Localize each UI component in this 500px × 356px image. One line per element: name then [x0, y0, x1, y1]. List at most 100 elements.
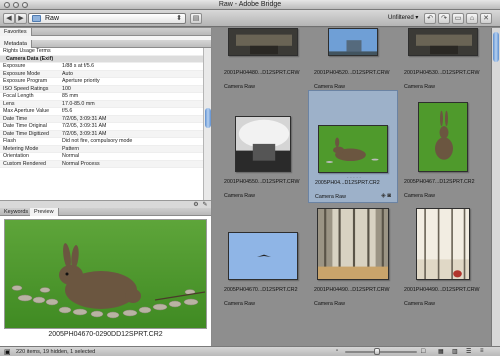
metadata-tab-row: Metadata [0, 40, 211, 48]
tab-preview[interactable]: Preview [30, 208, 59, 216]
preview-panel: 2005PH04670-0290DD12SPRT.CR2 [0, 216, 211, 346]
metadata-value: 100 [62, 85, 71, 92]
metadata-value: Pattern [62, 145, 80, 152]
metadata-row: Date Time Digitized 7/2/05, 3:09:31 AM [0, 130, 203, 138]
thumbnail-size-slider[interactable] [345, 348, 417, 355]
content-scroll-thumb[interactable] [493, 32, 499, 62]
tab-keywords[interactable]: Keywords [0, 208, 34, 216]
metadata-row: Max Aperture Value f/5.6 [0, 108, 203, 116]
thumbnail-filename[interactable]: 2001PH04490...D12SPRT.CRW [314, 287, 389, 293]
thumbnail-size-knob[interactable] [374, 348, 381, 355]
rotate-left-button[interactable]: ↶ [424, 13, 436, 24]
large-thumbnail-icon[interactable]: □ [421, 348, 425, 355]
metadata-key: Orientation [3, 153, 29, 159]
view-thumbnails-icon[interactable]: ▦ [438, 348, 444, 355]
thumbnail-filename[interactable]: 2001PH04550...D12SPRT.CRW [224, 179, 299, 185]
metadata-footer: ⚙ ✎ [0, 200, 211, 208]
metadata-row: Flash Did not fire, compulsory mode [0, 138, 203, 146]
folder-icon [32, 15, 41, 22]
view-details-icon[interactable]: ☰ [466, 348, 471, 355]
thumbnail-filename[interactable]: 2001PH04490...D12SPRT.CRW [404, 287, 479, 293]
thumbnail-image[interactable] [328, 28, 378, 56]
thumbnail-image[interactable] [418, 102, 468, 172]
thumbnail-cell[interactable]: 2005PH0467...D12SPRT.CR2 Camera Raw [398, 90, 488, 203]
window-title: Raw - Adobe Bridge [218, 1, 282, 8]
status-bar: ▣ 220 items, 19 hidden, 1 selected ▫ □ ▦… [0, 346, 500, 356]
metadata-key: Date Time Original [3, 123, 47, 129]
content-grid: 2001PH04480...D12SPRT.CRW Camera Raw 2001P… [212, 28, 491, 346]
view-versions-icon[interactable]: ≡ [480, 348, 484, 354]
metadata-row: ISO Speed Ratings 100 [0, 85, 203, 93]
thumbnail-filename[interactable]: 2005PH04...D12SPRT.CR2 [315, 180, 380, 186]
metadata-row: Exposure 1/88 s at f/5.6 [0, 63, 203, 71]
metadata-key: Date Time Digitized [3, 130, 49, 137]
thumbnail-image[interactable] [317, 208, 389, 280]
back-button[interactable]: ◀ [3, 13, 15, 24]
delete-button[interactable]: ✕ [480, 13, 492, 24]
rotate-right-button[interactable]: ↷ [438, 13, 450, 24]
thumbnail-filename[interactable]: 2005PH04670...D12SPRT.CR2 [224, 287, 298, 293]
metadata-key: Camera Data (Exif) [6, 55, 54, 62]
forward-button[interactable]: ▶ [15, 13, 27, 24]
metadata-section-header[interactable]: Camera Data (Exif) [0, 55, 203, 63]
thumbnail-image[interactable] [416, 208, 470, 280]
metadata-value: f/5.6 [62, 108, 73, 114]
metadata-key: Rights Usage Terms [3, 48, 51, 54]
preview-filename: 2005PH04670-0290DD12SPRT.CR2 [48, 331, 163, 338]
metadata-value: Normal Process [62, 160, 100, 167]
status-icon: ▣ [4, 349, 11, 356]
metadata-scrollbar[interactable] [203, 48, 211, 200]
metadata-key: Metering Mode [3, 145, 39, 152]
go-up-button[interactable]: ▤ [190, 13, 202, 24]
filter-dropdown[interactable]: Unfiltered ▾ [388, 14, 418, 21]
metadata-value: Normal [62, 153, 80, 159]
thumbnail-filename[interactable]: 2005PH0467...D12SPRT.CR2 [404, 179, 475, 185]
rabbit-photo [5, 220, 206, 328]
metadata-value [62, 48, 203, 55]
metadata-row: Metering Mode Pattern [0, 145, 203, 153]
metadata-value: 7/2/05, 3:09:31 AM [62, 130, 107, 137]
metadata-list: Rights Usage Terms Camera Data (Exif) Expo… [0, 48, 203, 168]
small-thumbnail-icon[interactable]: ▫ [336, 348, 338, 354]
metadata-key: Exposure Mode [3, 70, 41, 77]
thumbnail-filename[interactable]: 2001PH04520...D12SPRT.CRW [314, 70, 389, 76]
preview-image [4, 219, 207, 329]
preview-tab-row: Keywords Preview [0, 208, 211, 216]
thumbnail-image[interactable] [228, 28, 298, 56]
thumbnail-cell[interactable]: 2001PH04550...D12SPRT.CRW Camera Raw [218, 90, 308, 203]
metadata-row: Date Time Original 7/2/05, 3:09:31 AM [0, 123, 203, 131]
metadata-panel: Metadata Rights Usage Terms Camera Data (… [0, 40, 211, 208]
toolbar: ◀ ▶ Raw ⬍ ▤ Unfiltered ▾ ↶ ↷ ▭ ⌂ ✕ [0, 10, 500, 27]
open-recent-button[interactable]: ⌂ [466, 13, 478, 24]
thumbnail-cell[interactable]: 2001PH04490...D12SPRT.CRW Camera Raw [308, 198, 398, 311]
metadata-key: Flash [3, 138, 16, 144]
chevron-down-icon: ⬍ [176, 15, 182, 22]
metadata-row: Date Time 7/2/05, 3:09:31 AM [0, 115, 203, 123]
path-dropdown[interactable]: Raw ⬍ [28, 13, 186, 24]
title-bar: Raw - Adobe Bridge [0, 0, 500, 10]
metadata-row: Exposure Mode Auto [0, 70, 203, 78]
metadata-scroll-thumb[interactable] [205, 108, 211, 128]
thumbnail-image[interactable] [318, 125, 388, 173]
metadata-key: Lens [3, 100, 15, 107]
tab-metadata[interactable]: Metadata [0, 40, 32, 48]
thumbnail-image[interactable] [408, 28, 478, 56]
thumbnail-cell[interactable]: · · · · · 2005PH04...D12SPRT.CR2 Camera Ra… [308, 90, 398, 203]
metadata-value: Auto [62, 70, 73, 77]
favorites-tab-row: Favorites [0, 28, 211, 36]
thumbnail-cell[interactable]: 2005PH04670...D12SPRT.CR2 Camera Raw [218, 198, 308, 311]
metadata-value: 7/2/05, 3:09:31 AM [62, 123, 107, 129]
thumbnail-image[interactable] [235, 116, 291, 172]
metadata-value: 17.0-85.0 mm [62, 100, 95, 107]
metadata-row: Custom Rendered Normal Process [0, 160, 203, 168]
new-folder-button[interactable]: ▭ [452, 13, 464, 24]
thumbnail-image[interactable] [228, 232, 298, 280]
thumbnail-filename[interactable]: 2001PH04530...D12SPRT.CRW [404, 70, 479, 76]
view-filmstrip-icon[interactable]: ▥ [452, 348, 458, 355]
content-scrollbar[interactable] [491, 28, 500, 346]
tab-favorites[interactable]: Favorites [0, 28, 32, 36]
thumbnail-filename[interactable]: 2001PH04480...D12SPRT.CRW [224, 70, 299, 76]
metadata-key: Exposure Program [3, 78, 48, 84]
metadata-row: Focal Length 85 mm [0, 93, 203, 101]
thumbnail-cell[interactable]: 2001PH04490...D12SPRT.CRW Camera Raw [398, 198, 488, 311]
